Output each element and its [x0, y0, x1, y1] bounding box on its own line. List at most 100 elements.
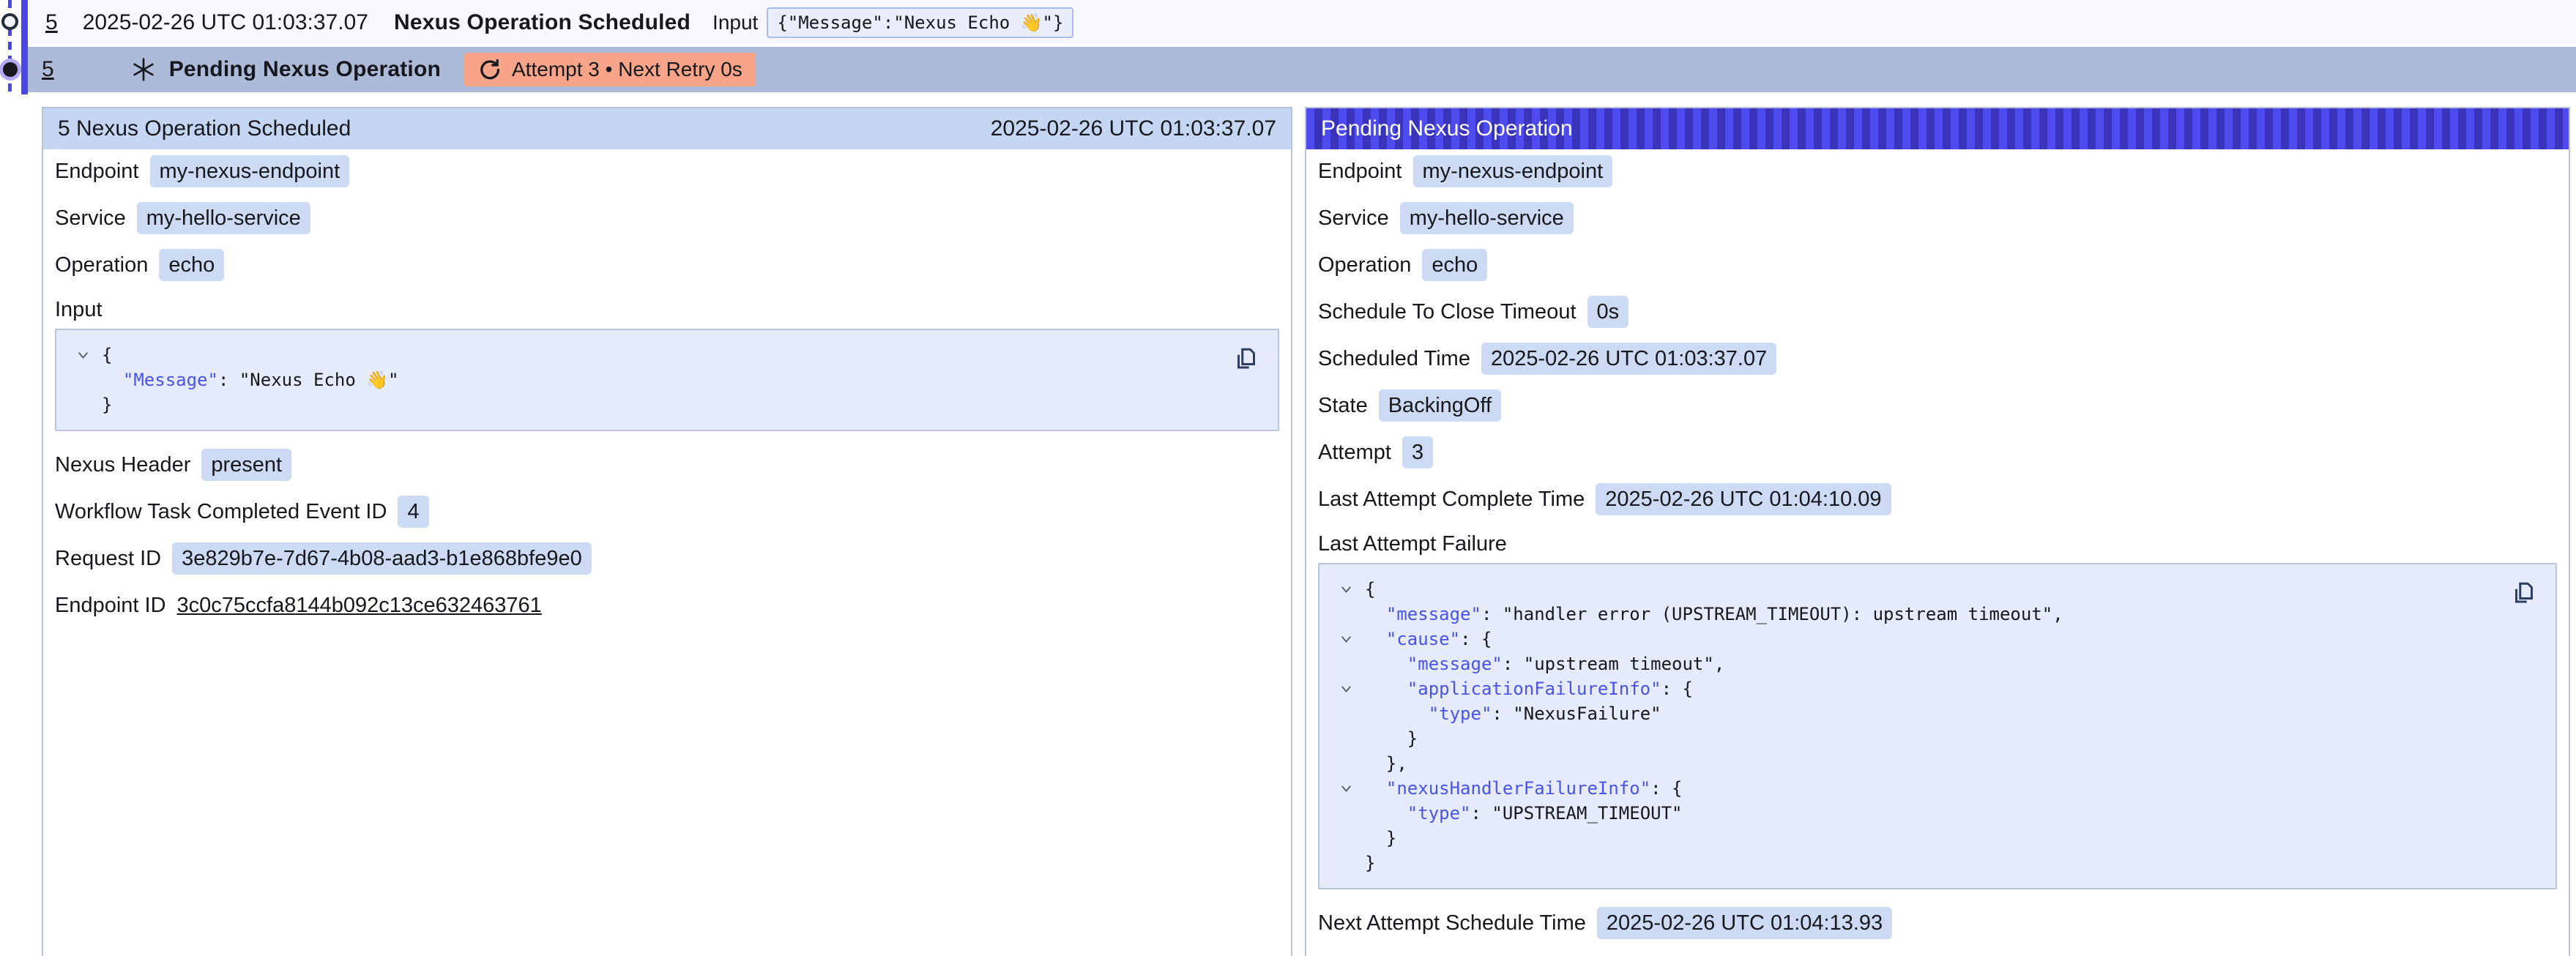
scheduled-event-panel: 5 Nexus Operation Scheduled 2025-02-26 U… — [42, 107, 1292, 956]
pending-operation-panel: Pending Nexus Operation Endpoint my-nexu… — [1305, 107, 2570, 956]
field-row: Nexus Header present — [55, 449, 1279, 481]
field-label: Schedule To Close Timeout — [1318, 300, 1577, 324]
attempt-value: 3 — [1402, 436, 1433, 468]
retry-icon — [477, 57, 502, 82]
json-line: }, — [1337, 751, 2538, 776]
field-row: Service my-hello-service — [1318, 202, 2557, 234]
field-row: Request ID 3e829b7e-7d67-4b08-aad3-b1e86… — [55, 542, 1279, 575]
field-label: Service — [55, 206, 126, 231]
json-line: "Message": "Nexus Echo 👋" — [74, 367, 1260, 392]
json-code: }, — [1365, 751, 1407, 776]
field-label: Operation — [55, 253, 148, 277]
field-row: Service my-hello-service — [55, 202, 1279, 234]
nexus-header-value: present — [201, 449, 291, 481]
field-label: State — [1318, 394, 1368, 418]
timeline-marker-scheduled — [1, 13, 18, 30]
endpoint-value: my-nexus-endpoint — [1413, 155, 1613, 187]
retry-badge-text: Attempt 3 • Next Retry 0s — [512, 58, 742, 81]
json-code: "applicationFailureInfo": { — [1365, 676, 1693, 701]
json-line: "message": "handler error (UPSTREAM_TIME… — [1337, 602, 2538, 627]
timeline-marker-pending — [3, 62, 18, 77]
field-label: Last Attempt Complete Time — [1318, 488, 1585, 512]
field-label: Next Attempt Schedule Time — [1318, 911, 1586, 936]
schedule-to-close-timeout-value: 0s — [1587, 296, 1629, 328]
field-row: Endpoint ID 3c0c75ccfa8144b092c13ce63246… — [55, 589, 1279, 621]
request-id-value: 3e829b7e-7d67-4b08-aad3-b1e868bfe9e0 — [172, 542, 592, 575]
field-label: Scheduled Time — [1318, 347, 1470, 371]
pending-asterisk-icon — [130, 56, 157, 83]
field-row: Scheduled Time 2025-02-26 UTC 01:03:37.0… — [1318, 343, 2557, 375]
input-inline-label: Input — [712, 11, 758, 34]
field-label: Endpoint — [1318, 160, 1402, 184]
json-line: } — [1337, 851, 2538, 875]
pending-panel-header: Pending Nexus Operation — [1306, 108, 2569, 149]
endpoint-value: my-nexus-endpoint — [150, 155, 350, 187]
json-line: { — [74, 343, 1260, 367]
field-label: Attempt — [1318, 441, 1391, 465]
json-code: "message": "handler error (UPSTREAM_TIME… — [1365, 602, 2063, 627]
json-code: } — [1365, 826, 1396, 851]
json-line: { — [1337, 577, 2538, 602]
json-code: "nexusHandlerFailureInfo": { — [1365, 776, 1683, 801]
json-code: } — [102, 392, 112, 417]
input-json-block: { "Message": "Nexus Echo 👋" } — [55, 329, 1279, 431]
copy-button[interactable] — [2510, 579, 2538, 607]
field-label: Operation — [1318, 253, 1411, 277]
field-row: Workflow Task Completed Event ID 4 — [55, 496, 1279, 528]
json-code: "message": "upstream timeout", — [1365, 651, 1724, 676]
event-id-link[interactable]: 5 — [45, 10, 58, 35]
event-id-link[interactable]: 5 — [42, 57, 54, 82]
copy-icon — [1233, 346, 1259, 372]
field-row: Operation echo — [55, 249, 1279, 281]
workflow-task-completed-event-id-value: 4 — [398, 496, 428, 528]
pending-panel-title: Pending Nexus Operation — [1321, 116, 1573, 141]
collapse-chevron-icon[interactable] — [1339, 781, 1354, 796]
scheduled-panel-title: 5 Nexus Operation Scheduled — [58, 116, 351, 141]
json-code: } — [1365, 851, 1375, 875]
operation-value: echo — [1422, 249, 1487, 281]
event-detail-panels: 5 Nexus Operation Scheduled 2025-02-26 U… — [42, 107, 2570, 956]
json-line: "applicationFailureInfo": { — [1337, 676, 2538, 701]
failure-json-block: { "message": "handler error (UPSTREAM_TI… — [1318, 563, 2557, 889]
copy-icon — [2511, 580, 2537, 606]
input-inline-value: {"Message":"Nexus Echo 👋"} — [767, 7, 1073, 38]
event-timestamp: 2025-02-26 UTC 01:03:37.07 — [83, 10, 368, 35]
temporal-event-history-screen: 5 2025-02-26 UTC 01:03:37.07 Nexus Opera… — [0, 0, 2576, 956]
state-value: BackingOff — [1379, 389, 1501, 422]
scheduled-time-value: 2025-02-26 UTC 01:03:37.07 — [1481, 343, 1776, 375]
endpoint-id-link[interactable]: 3c0c75ccfa8144b092c13ce632463761 — [177, 593, 542, 618]
last-attempt-failure-label: Last Attempt Failure — [1318, 531, 2557, 556]
collapse-chevron-icon[interactable] — [1339, 632, 1354, 647]
copy-button[interactable] — [1232, 345, 1260, 373]
json-line: "message": "upstream timeout", — [1337, 651, 2538, 676]
field-row: Attempt 3 — [1318, 436, 2557, 468]
next-attempt-schedule-time-value: 2025-02-26 UTC 01:04:13.93 — [1597, 907, 1892, 939]
json-line: "nexusHandlerFailureInfo": { — [1337, 776, 2538, 801]
json-code: } — [1365, 726, 1418, 751]
selected-event-indicator-bar — [21, 0, 28, 94]
field-row: Endpoint my-nexus-endpoint — [55, 155, 1279, 187]
collapse-chevron-icon[interactable] — [1339, 681, 1354, 697]
field-row: Next Attempt Schedule Time 2025-02-26 UT… — [1318, 907, 2557, 939]
json-code: "Message": "Nexus Echo 👋" — [102, 367, 399, 392]
json-line: "type": "NexusFailure" — [1337, 701, 2538, 726]
event-row-nexus-operation-scheduled[interactable]: 5 2025-02-26 UTC 01:03:37.07 Nexus Opera… — [28, 0, 2576, 45]
json-code: "cause": { — [1365, 627, 1492, 651]
field-row: Last Attempt Complete Time 2025-02-26 UT… — [1318, 483, 2557, 515]
scheduled-panel-header: 5 Nexus Operation Scheduled 2025-02-26 U… — [43, 108, 1291, 149]
collapse-chevron-icon[interactable] — [75, 348, 91, 363]
field-row: State BackingOff — [1318, 389, 2557, 422]
event-title: Nexus Operation Scheduled — [394, 10, 690, 35]
event-row-pending-nexus-operation[interactable]: 5 Pending Nexus Operation Attempt 3 • Ne… — [28, 47, 2576, 92]
json-code: "type": "NexusFailure" — [1365, 701, 1661, 726]
field-label: Endpoint — [55, 160, 139, 184]
field-row: Schedule To Close Timeout 0s — [1318, 296, 2557, 328]
json-line: } — [1337, 726, 2538, 751]
service-value: my-hello-service — [1400, 202, 1574, 234]
field-row: Operation echo — [1318, 249, 2557, 281]
json-line: "cause": { — [1337, 627, 2538, 651]
operation-value: echo — [159, 249, 224, 281]
collapse-chevron-icon[interactable] — [1339, 582, 1354, 597]
scheduled-panel-timestamp: 2025-02-26 UTC 01:03:37.07 — [991, 116, 1276, 141]
field-label: Endpoint ID — [55, 594, 166, 618]
